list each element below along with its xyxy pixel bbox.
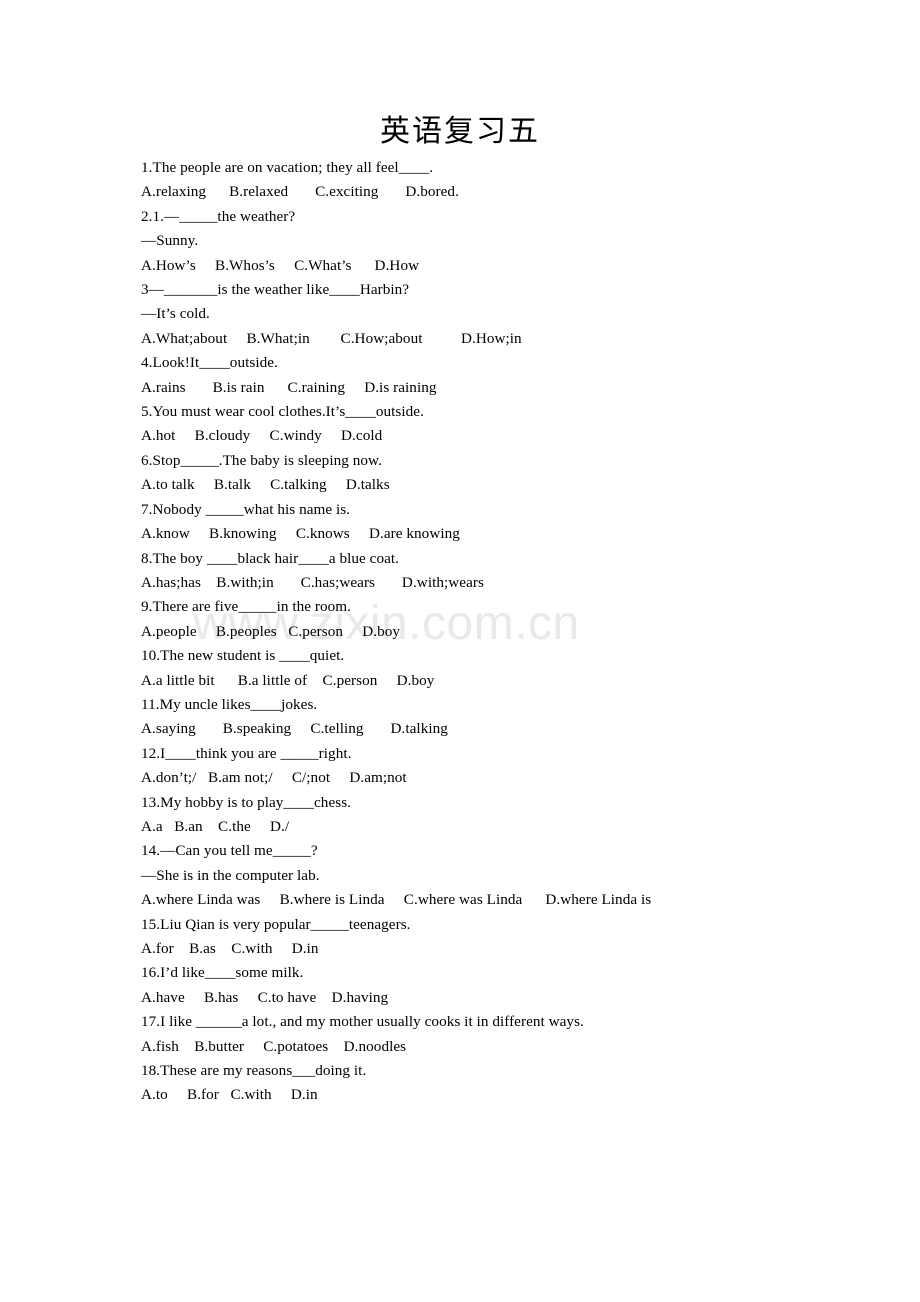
document-line: 9.There are five_____in the room. bbox=[141, 598, 351, 616]
document-line: A.a B.an C.the D./ bbox=[141, 817, 290, 835]
document-line: A.people B.peoples C.person D.boy bbox=[141, 622, 401, 640]
document-line: 14.—Can you tell me_____? bbox=[141, 842, 318, 860]
document-page: 英语复习五 1.The people are on vacation; they… bbox=[0, 0, 920, 1302]
document-line: 8.The boy ____black hair____a blue coat. bbox=[141, 549, 399, 567]
document-line: 13.My hobby is to play____chess. bbox=[141, 793, 351, 811]
document-line: 15.Liu Qian is very popular_____teenager… bbox=[141, 915, 411, 933]
document-line: 17.I like ______a lot., and my mother us… bbox=[141, 1013, 584, 1031]
document-line: 11.My uncle likes____jokes. bbox=[141, 695, 318, 713]
question-list: 1.The people are on vacation; they all f… bbox=[141, 156, 901, 1108]
document-line: 16.I’d like____some milk. bbox=[141, 964, 304, 982]
page-title: 英语复习五 bbox=[380, 115, 540, 148]
document-line: 6.Stop_____.The baby is sleeping now. bbox=[141, 451, 382, 469]
document-line: A.a little bit B.a little of C.person D.… bbox=[141, 671, 435, 689]
document-line: A.don’t;/ B.am not;/ C/;not D.am;not bbox=[141, 769, 407, 787]
document-line: A.saying B.speaking C.telling D.talking bbox=[141, 720, 448, 738]
document-line: A.How’s B.Whos’s C.What’s D.How bbox=[141, 256, 420, 274]
document-line: 3—_______is the weather like____Harbin? bbox=[141, 281, 410, 299]
document-line: A.know B.knowing C.knows D.are knowing bbox=[141, 525, 460, 543]
document-line: —Sunny. bbox=[141, 232, 199, 250]
document-line: A.has;has B.with;in C.has;wears D.with;w… bbox=[141, 573, 484, 591]
document-line: 4.Look!It____outside. bbox=[141, 354, 278, 372]
document-line: 5.You must wear cool clothes.It’s____out… bbox=[141, 403, 424, 421]
document-line: A.rains B.is rain C.raining D.is raining bbox=[141, 378, 437, 396]
document-line: 10.The new student is ____quiet. bbox=[141, 647, 345, 665]
document-line: A.to talk B.talk C.talking D.talks bbox=[141, 476, 390, 494]
document-line: —It’s cold. bbox=[141, 305, 210, 323]
document-line: A.hot B.cloudy C.windy D.cold bbox=[141, 427, 383, 445]
document-line: 2.1.—_____the weather? bbox=[141, 207, 296, 225]
document-line: —She is in the computer lab. bbox=[141, 866, 320, 884]
document-line: A.fish B.butter C.potatoes D.noodles bbox=[141, 1037, 407, 1055]
document-line: 1.The people are on vacation; they all f… bbox=[141, 159, 434, 176]
document-line: 7.Nobody _____what his name is. bbox=[141, 500, 351, 518]
document-line: A.for B.as C.with D.in bbox=[141, 940, 319, 957]
document-line: A.to B.for C.with D.in bbox=[141, 1086, 318, 1104]
document-line: 12.I____think you are _____right. bbox=[141, 744, 352, 762]
document-line: A.What;about B.What;in C.How;about D.How… bbox=[141, 329, 522, 347]
document-line: 18.These are my reasons___doing it. bbox=[141, 1062, 367, 1080]
document-line: A.have B.has C.to have D.having bbox=[141, 988, 389, 1006]
document-line: A.relaxing B.relaxed C.exciting D.bored. bbox=[141, 183, 459, 201]
document-line: A.where Linda was B.where is Linda C.whe… bbox=[141, 891, 652, 909]
